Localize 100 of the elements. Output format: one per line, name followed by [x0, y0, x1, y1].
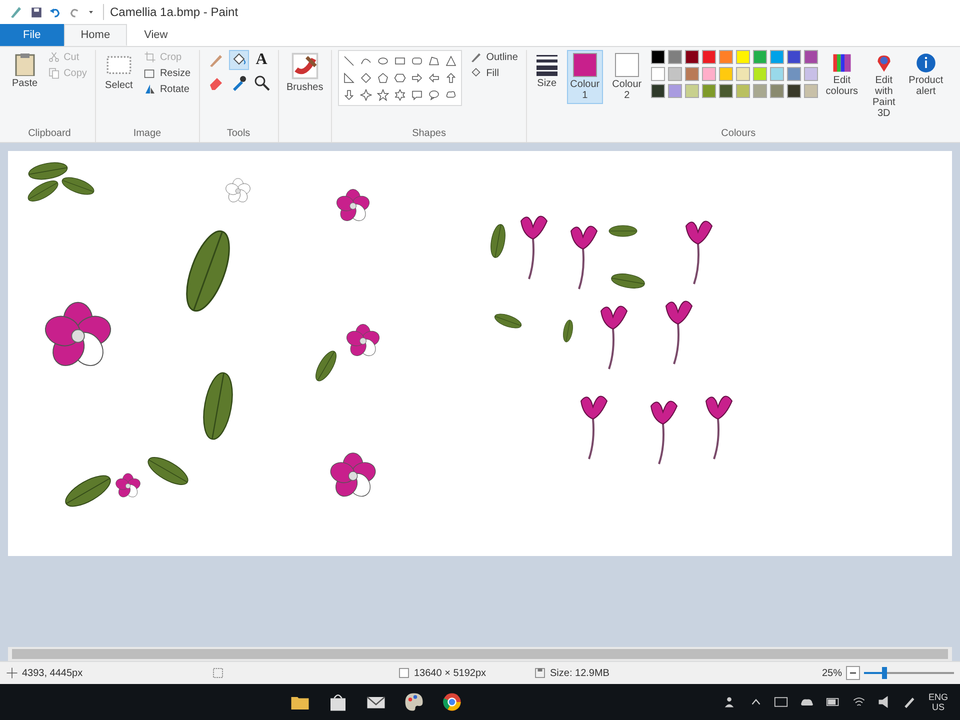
browser-icon	[442, 692, 462, 712]
right-arrow-shape-button[interactable]	[410, 71, 424, 85]
colour-swatch[interactable]	[752, 67, 767, 81]
drawing-canvas[interactable]	[8, 151, 952, 556]
horizontal-scrollbar[interactable]	[8, 647, 952, 661]
file-size: Size: 12.9MB	[550, 668, 610, 678]
leaf-drawing	[65, 475, 111, 507]
colour-swatch[interactable]	[668, 50, 682, 64]
flower-drawing	[330, 452, 376, 497]
product-alert-button[interactable]: Product alert	[908, 50, 944, 100]
rotate-button[interactable]: Rotate	[142, 82, 193, 96]
colour-swatch[interactable]	[770, 84, 784, 98]
display-icon	[774, 695, 788, 709]
hexagon-icon	[394, 72, 406, 84]
keyboard-region[interactable]: US	[932, 702, 944, 712]
group-label: Tools	[226, 128, 252, 141]
crop-icon	[144, 51, 156, 63]
leaf-drawing	[316, 350, 336, 382]
colour-selector[interactable]: Colour 1	[566, 50, 603, 104]
copy-icon	[48, 67, 60, 79]
triangle-icon	[445, 55, 458, 67]
dropdown-caret-icon	[87, 8, 95, 16]
colour-swatch[interactable]	[804, 50, 818, 64]
eraser-icon	[208, 75, 224, 91]
up-arrow-shape-button[interactable]	[444, 71, 458, 85]
text-tool[interactable]: A	[252, 50, 272, 70]
down-arrow-shape-button[interactable]	[342, 88, 356, 102]
colour-swatch[interactable]	[786, 67, 801, 81]
pencil-icon	[208, 52, 224, 68]
selection-size-icon	[212, 667, 224, 679]
edit-colours-button[interactable]: Edit colours	[824, 50, 860, 100]
colour-swatch[interactable]	[736, 67, 750, 81]
polygon-shape-button[interactable]	[427, 54, 442, 68]
paste-button[interactable]: Paste	[10, 50, 40, 91]
colour-swatch[interactable]	[668, 84, 682, 98]
colour-swatch[interactable]	[684, 84, 699, 98]
colour-swatch[interactable]	[770, 67, 784, 81]
colour-swatch[interactable]	[650, 50, 665, 64]
file-menu-tab[interactable]: File	[0, 24, 64, 46]
flower-drawing	[44, 302, 112, 366]
colour-swatch[interactable]	[718, 67, 733, 81]
diamond-shape-button[interactable]	[359, 71, 374, 85]
colour-swatch[interactable]	[804, 67, 818, 81]
paint-app-icon	[8, 4, 24, 20]
colour-swatch[interactable]	[702, 84, 716, 98]
colour-swatch[interactable]	[650, 67, 665, 81]
six-point-star-shape-button[interactable]	[393, 88, 408, 102]
oval-callout-icon	[428, 89, 440, 101]
left-arrow-shape-button[interactable]	[427, 71, 442, 85]
zoom-level: 25%	[822, 668, 842, 678]
outline-button[interactable]: Outline	[468, 50, 520, 64]
right-triangle-shape-button[interactable]	[342, 71, 356, 85]
callout-shape-button[interactable]	[410, 88, 424, 102]
colour-swatch[interactable]	[786, 50, 801, 64]
eyedropper-icon	[230, 75, 247, 91]
colour-spectrum-icon	[832, 53, 852, 73]
size-button[interactable]: Size	[532, 50, 561, 91]
colour-swatch[interactable]	[770, 50, 784, 64]
colour-swatch[interactable]	[702, 50, 716, 64]
ribbon-tab[interactable]: Home	[64, 24, 128, 46]
colour-selector[interactable]: Colour 2	[608, 50, 645, 104]
hexagon-shape-button[interactable]	[393, 71, 408, 85]
pen-workspace-icon	[902, 695, 916, 709]
colour-swatch[interactable]	[718, 50, 733, 64]
colour-swatch[interactable]	[684, 50, 699, 64]
pentagon-shape-button[interactable]	[376, 71, 390, 85]
leaf-drawing	[203, 372, 233, 440]
colour-swatch[interactable]	[736, 50, 750, 64]
leaf-drawing	[490, 224, 506, 258]
select-button[interactable]: Select	[102, 50, 136, 93]
bucket-icon	[470, 67, 482, 79]
colour-swatch[interactable]	[718, 84, 733, 98]
colour-swatch[interactable]	[650, 84, 665, 98]
cyclamen-drawing	[600, 306, 628, 370]
brushes-button[interactable]: Brushes	[284, 50, 326, 95]
resize-button[interactable]: Resize	[142, 66, 193, 80]
cyclamen-drawing	[706, 396, 732, 460]
colour-swatch[interactable]	[702, 67, 716, 81]
colour-swatch[interactable]	[752, 50, 767, 64]
input-language[interactable]: ENG	[928, 692, 948, 702]
oval-callout-shape-button[interactable]	[427, 88, 442, 102]
star-shape-button[interactable]	[376, 88, 390, 102]
colour-swatch[interactable]	[736, 84, 750, 98]
line-shape-button[interactable]	[342, 54, 356, 68]
colour-swatch[interactable]	[752, 84, 767, 98]
fill-button[interactable]: Fill	[468, 66, 520, 80]
paint-3d-button[interactable]: Edit with Paint 3D	[866, 50, 902, 122]
image-size-icon	[398, 667, 410, 679]
colour-swatch[interactable]	[668, 67, 682, 81]
colour-swatch[interactable]	[786, 84, 801, 98]
zoom-out-button[interactable]	[846, 666, 860, 680]
cyclamen-drawing	[666, 300, 692, 364]
colour-swatch[interactable]	[804, 84, 818, 98]
triangle-shape-button[interactable]	[444, 54, 458, 68]
colour-swatch[interactable]	[684, 67, 699, 81]
fill-tool[interactable]	[228, 50, 249, 70]
volume-icon	[878, 695, 890, 709]
four-point-star-shape-button[interactable]	[359, 88, 374, 102]
cyclamen-drawing	[686, 220, 712, 284]
cursor-position-icon	[6, 667, 18, 679]
